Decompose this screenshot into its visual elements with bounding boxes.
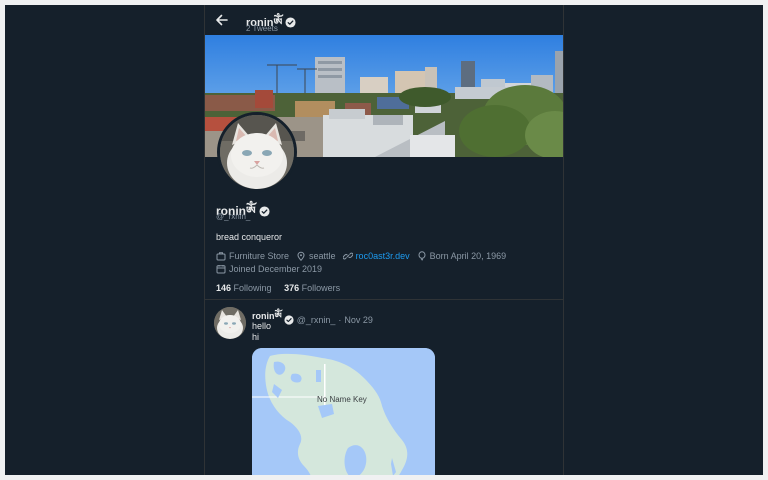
followers-label: Followers xyxy=(301,283,341,293)
tweet-separator: · xyxy=(338,314,342,325)
follow-stats: 146 Following 376 Followers xyxy=(216,283,350,293)
tweet-avatar[interactable] xyxy=(214,307,246,339)
verified-badge-icon xyxy=(284,314,294,325)
profile-website[interactable]: roc0ast3r.dev xyxy=(342,251,410,261)
divider xyxy=(205,299,563,300)
tweet-date[interactable]: Nov 29 xyxy=(344,315,373,325)
profile-joined-text: Joined December 2019 xyxy=(229,264,323,274)
profile-birthday: Born April 20, 1969 xyxy=(417,251,507,261)
back-button[interactable] xyxy=(214,12,230,28)
calendar-icon xyxy=(216,265,226,274)
profile-header: roninༀ 2 Tweets xyxy=(205,5,563,35)
following-label: Following xyxy=(233,283,272,293)
map-image xyxy=(252,348,435,475)
profile-location-text: seattle xyxy=(309,251,336,261)
header-tweet-count: 2 Tweets xyxy=(246,24,278,33)
verified-badge-icon xyxy=(259,206,270,217)
profile-handle: @_rxnin_ xyxy=(216,212,251,221)
tweet-text-line: hello xyxy=(252,321,272,331)
location-pin-icon xyxy=(297,251,305,261)
profile-category-text: Furniture Store xyxy=(229,251,290,261)
followers-count: 376 xyxy=(284,283,300,293)
arrow-left-icon xyxy=(216,14,228,26)
map-location-label: No Name Key xyxy=(317,395,367,404)
following-count: 146 xyxy=(216,283,232,293)
profile-bio: bread conqueror xyxy=(216,232,283,242)
profile-avatar[interactable] xyxy=(217,112,297,192)
verified-badge-icon xyxy=(285,17,296,28)
tweet-map-card[interactable]: No Name Key xyxy=(252,348,435,475)
profile-birthday-text: Born April 20, 1969 xyxy=(429,251,507,261)
balloon-icon xyxy=(418,251,426,261)
profile-location: seattle xyxy=(296,251,336,261)
link-icon xyxy=(342,252,353,260)
profile-website-link[interactable]: roc0ast3r.dev xyxy=(356,251,410,261)
profile-meta-row-2: Joined December 2019 xyxy=(216,264,329,274)
tweet-text-line: hi xyxy=(252,332,260,342)
briefcase-icon xyxy=(216,252,226,261)
profile-joined: Joined December 2019 xyxy=(216,264,322,274)
tweet-author-handle[interactable]: @_rxnin_ xyxy=(297,315,336,325)
profile-category: Furniture Store xyxy=(216,251,289,261)
followers-link[interactable]: 376 Followers xyxy=(284,283,340,293)
profile-meta-row: Furniture Store seattle roc0ast3r.dev Bo… xyxy=(216,251,513,261)
profile-column: roninༀ 2 Tweets roninༀ @_rxnin_ bread co… xyxy=(204,5,564,475)
app-window: roninༀ 2 Tweets roninༀ @_rxnin_ bread co… xyxy=(5,5,763,475)
following-link[interactable]: 146 Following xyxy=(216,283,272,293)
